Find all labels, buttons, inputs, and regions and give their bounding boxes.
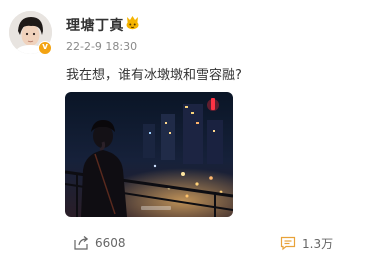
post-text: 我在想，谁有冰墩墩和雪容融? <box>66 68 242 83</box>
repost-count: 6608 <box>95 236 126 250</box>
author-name[interactable]: 理塘丁真 <box>66 15 124 35</box>
repost-button[interactable]: 6608 <box>72 232 126 254</box>
post-timestamp[interactable]: 22-2-9 18:30 <box>66 40 137 53</box>
comment-button[interactable]: 1.3万 <box>279 232 333 254</box>
comment-count: 1.3万 <box>302 236 334 251</box>
verified-badge-icon: v <box>38 41 52 55</box>
fan-badge-icon <box>126 16 139 30</box>
post-image[interactable] <box>65 92 233 217</box>
night-city-photo <box>65 92 233 217</box>
share-icon <box>74 236 89 250</box>
comment-icon <box>280 236 296 251</box>
weibo-post: v 理塘丁真 22-2-9 18:30 我在想，谁有冰墩墩和雪容融? 6608 … <box>0 0 379 263</box>
